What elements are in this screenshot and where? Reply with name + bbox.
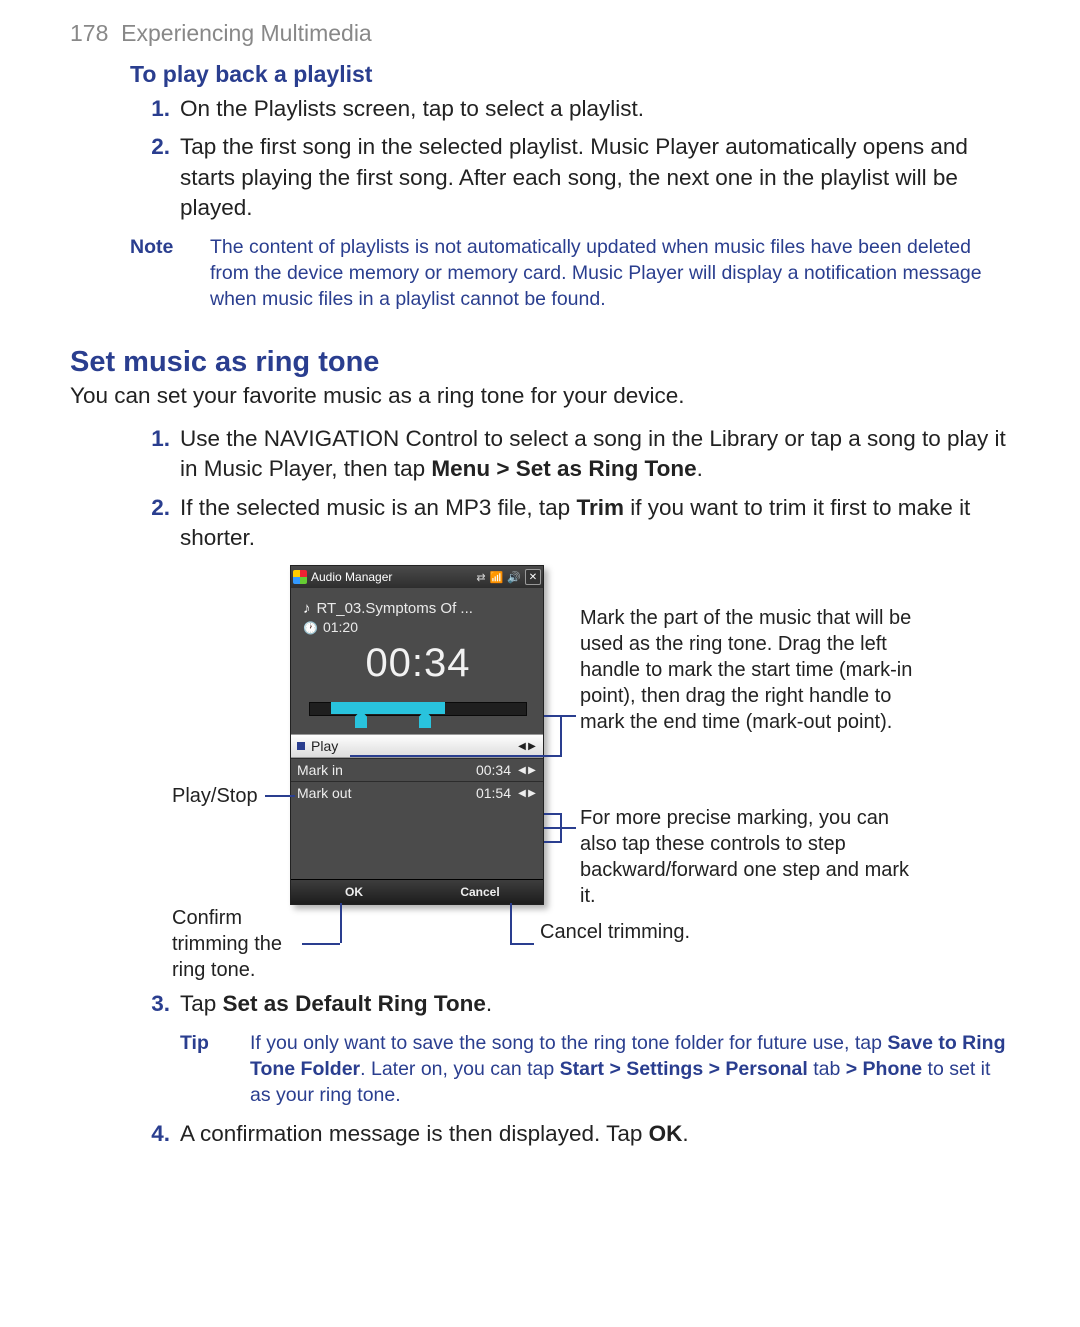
ringtone-intro: You can set your favorite music as a rin… xyxy=(70,381,1010,411)
phone-frame: Audio Manager ⇄ 📶 🔊 ✕ RT_03.Symptoms Of … xyxy=(290,565,544,905)
step-text: If the selected music is an MP3 file, ta… xyxy=(180,493,1010,554)
volume-icon[interactable]: 🔊 xyxy=(507,571,521,584)
step-number: 2. xyxy=(130,132,180,223)
ringtone-steps: 1. Use the NAVIGATION Control to select … xyxy=(130,424,1010,554)
step-number: 2. xyxy=(130,493,180,554)
track-area: RT_03.Symptoms Of ... 01:20 00:34 xyxy=(291,588,543,734)
trim-selection xyxy=(331,702,445,714)
track-duration: 01:20 xyxy=(323,619,358,635)
note-label: Note xyxy=(130,234,210,313)
step-text: On the Playlists screen, tap to select a… xyxy=(180,94,1010,124)
soft-key-bar: OK Cancel xyxy=(291,879,543,904)
step-text: A confirmation message is then displayed… xyxy=(180,1119,1010,1149)
callout-cancel: Cancel trimming. xyxy=(540,919,700,945)
step-number: 1. xyxy=(130,94,180,124)
step-number: 3. xyxy=(130,989,180,1019)
chapter-title: Experiencing Multimedia xyxy=(121,20,372,46)
selection-marker-icon xyxy=(297,742,305,750)
playlist-heading: To play back a playlist xyxy=(130,61,1010,88)
start-icon[interactable] xyxy=(293,570,307,584)
tip-text: If you only want to save the song to the… xyxy=(250,1030,1010,1109)
step-controls[interactable]: ◀▶ xyxy=(517,763,537,777)
app-title: Audio Manager xyxy=(311,570,392,584)
mark-out-time: 01:54 xyxy=(465,785,511,801)
list-item: 3. Tap Set as Default Ring Tone. xyxy=(130,989,1010,1019)
page-number: 178 xyxy=(70,20,108,46)
trim-track[interactable] xyxy=(309,694,527,726)
ringtone-steps-cont: 3. Tap Set as Default Ring Tone. xyxy=(130,989,1010,1019)
tip-label: Tip xyxy=(180,1030,250,1109)
note: Note The content of playlists is not aut… xyxy=(130,234,1010,313)
list-item: 1. Use the NAVIGATION Control to select … xyxy=(130,424,1010,485)
step-number: 4. xyxy=(130,1119,180,1149)
page-header: 178 Experiencing Multimedia xyxy=(70,20,1010,47)
track-name: RT_03.Symptoms Of ... xyxy=(317,600,473,617)
note-text: The content of playlists is not automati… xyxy=(210,234,1010,313)
callout-precise: For more precise marking, you can also t… xyxy=(580,805,920,909)
list-item: 2. Tap the first song in the selected pl… xyxy=(130,132,1010,223)
mark-in-time: 00:34 xyxy=(465,762,511,778)
phone-illustration: Audio Manager ⇄ 📶 🔊 ✕ RT_03.Symptoms Of … xyxy=(70,565,1010,975)
signal-icon: 📶 xyxy=(490,571,504,584)
music-note-icon xyxy=(303,600,311,617)
mark-out-row[interactable]: Mark out 01:54 ◀▶ xyxy=(291,781,543,804)
ringtone-steps-cont2: 4. A confirmation message is then displa… xyxy=(130,1119,1010,1149)
ok-button[interactable]: OK xyxy=(291,880,417,904)
current-time: 00:34 xyxy=(303,641,533,686)
sync-icon: ⇄ xyxy=(476,571,485,584)
clock-icon xyxy=(303,619,318,635)
callout-mark: Mark the part of the music that will be … xyxy=(580,605,930,735)
step-controls[interactable]: ◀▶ xyxy=(517,786,537,800)
mark-out-label: Mark out xyxy=(297,785,465,801)
step-text: Use the NAVIGATION Control to select a s… xyxy=(180,424,1010,485)
trim-list: Play ◀▶ Mark in 00:34 ◀▶ Mark out 01:54 … xyxy=(291,734,543,804)
page: 178 Experiencing Multimedia To play back… xyxy=(0,0,1080,1197)
ringtone-heading: Set music as ring tone xyxy=(70,346,1010,379)
list-item: 4. A confirmation message is then displa… xyxy=(130,1119,1010,1149)
mark-in-row[interactable]: Mark in 00:34 ◀▶ xyxy=(291,758,543,781)
mark-in-label: Mark in xyxy=(297,762,465,778)
play-label: Play xyxy=(311,738,465,754)
list-item: 2. If the selected music is an MP3 file,… xyxy=(130,493,1010,554)
close-icon[interactable]: ✕ xyxy=(525,569,541,585)
list-item: 1. On the Playlists screen, tap to selec… xyxy=(130,94,1010,124)
step-text: Tap the first song in the selected playl… xyxy=(180,132,1010,223)
callout-confirm: Confirm trimming the ring tone. xyxy=(172,905,312,983)
playlist-steps: 1. On the Playlists screen, tap to selec… xyxy=(130,94,1010,224)
step-controls[interactable]: ◀▶ xyxy=(517,739,537,753)
tip: Tip If you only want to save the song to… xyxy=(180,1030,1010,1109)
title-bar: Audio Manager ⇄ 📶 🔊 ✕ xyxy=(291,566,543,588)
callout-playstop: Play/Stop xyxy=(172,783,258,809)
step-number: 1. xyxy=(130,424,180,485)
cancel-button[interactable]: Cancel xyxy=(417,880,543,904)
step-text: Tap Set as Default Ring Tone. xyxy=(180,989,1010,1019)
